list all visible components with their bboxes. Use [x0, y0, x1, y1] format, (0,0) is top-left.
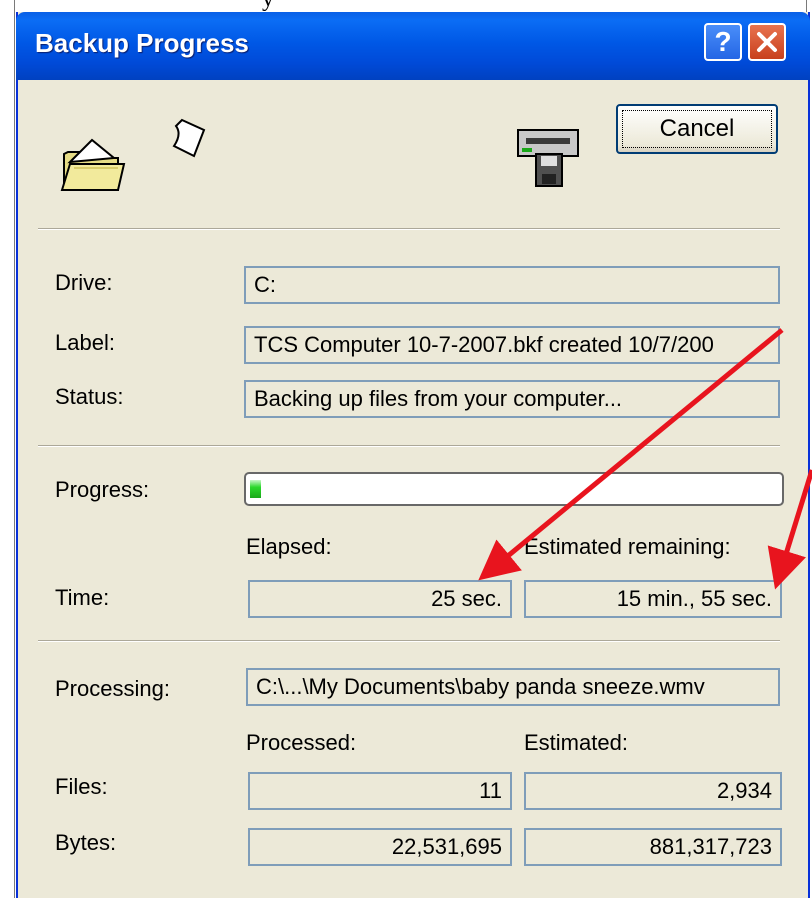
annotation-arrow-remaining	[767, 469, 812, 590]
annotation-arrows	[478, 328, 812, 590]
annotation-arrow-elapsed	[478, 328, 784, 581]
